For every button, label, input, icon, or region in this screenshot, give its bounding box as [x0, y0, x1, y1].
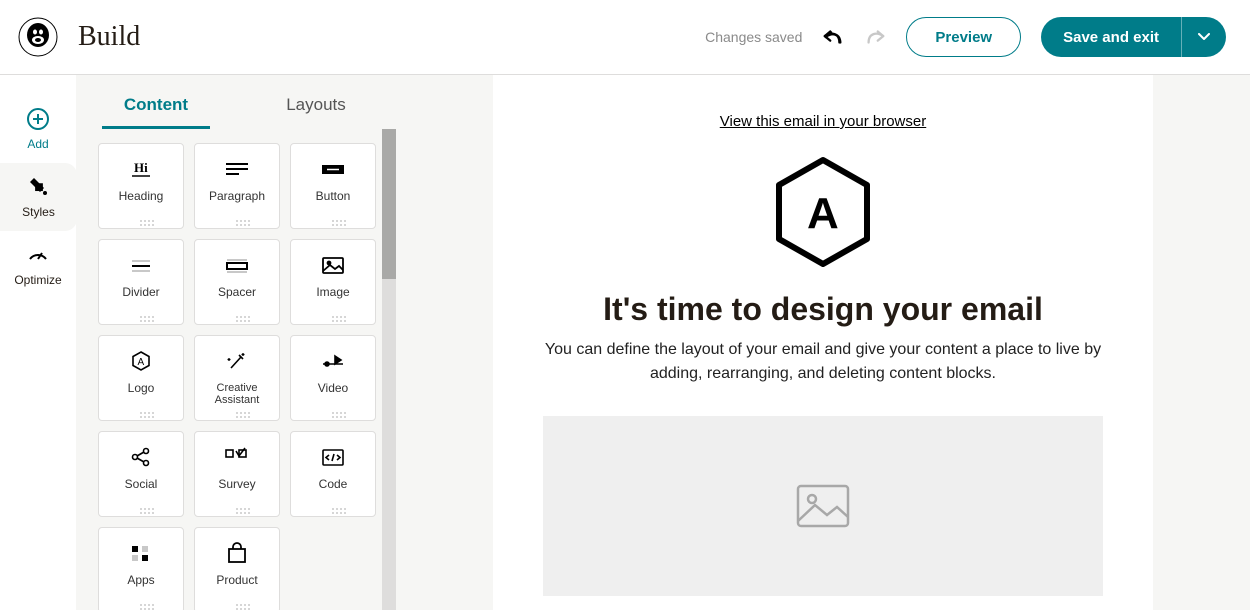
block-label: Code [319, 478, 348, 491]
canvas-headline: It's time to design your email [543, 291, 1103, 328]
placeholder-logo: A [543, 156, 1103, 273]
block-label: Divider [122, 286, 159, 299]
drag-grip-icon [140, 220, 142, 222]
tab-content[interactable]: Content [76, 95, 236, 129]
image-icon [319, 252, 347, 278]
email-canvas[interactable]: View this email in your browser A It's t… [493, 75, 1153, 610]
drag-grip-icon [140, 508, 142, 510]
view-in-browser-link[interactable]: View this email in your browser [720, 113, 926, 130]
topbar: Build Changes saved Preview Save and exi… [0, 0, 1250, 75]
drag-grip-icon [332, 508, 334, 510]
block-label: Video [318, 382, 348, 395]
block-heading[interactable]: Hi Heading [98, 143, 184, 229]
divider-icon [127, 252, 155, 278]
video-icon [319, 348, 347, 374]
tabs: Content Layouts [76, 75, 396, 129]
tab-layouts[interactable]: Layouts [236, 95, 396, 129]
shopping-bag-icon [223, 540, 251, 566]
block-label: Social [125, 478, 158, 491]
block-label: Creative Assistant [195, 382, 279, 406]
save-dropdown-caret[interactable] [1182, 17, 1226, 57]
main: Add Styles Optimize Content Layouts Hi H… [0, 75, 1250, 610]
block-code[interactable]: Code [290, 431, 376, 517]
block-label: Button [316, 190, 351, 203]
code-icon [319, 444, 347, 470]
image-placeholder[interactable] [543, 416, 1103, 596]
drag-grip-icon [332, 412, 334, 414]
block-label: Apps [127, 574, 154, 587]
left-rail: Add Styles Optimize [0, 75, 76, 610]
block-creative-assistant[interactable]: Creative Assistant [194, 335, 280, 421]
drag-grip-icon [140, 412, 142, 414]
canvas-body: You can define the layout of your email … [543, 338, 1103, 386]
share-icon [127, 444, 155, 470]
content-blocks-grid: Hi Heading Paragraph Button [76, 129, 396, 610]
drag-grip-icon [332, 220, 334, 222]
rail-optimize[interactable]: Optimize [0, 231, 76, 299]
block-image[interactable]: Image [290, 239, 376, 325]
svg-text:A: A [807, 189, 839, 238]
rail-add-label: Add [27, 137, 48, 151]
email-canvas-wrap: View this email in your browser A It's t… [396, 75, 1250, 610]
block-button[interactable]: Button [290, 143, 376, 229]
rail-styles-label: Styles [22, 205, 55, 219]
block-social[interactable]: Social [98, 431, 184, 517]
logo-icon: A [127, 348, 155, 374]
drag-grip-icon [236, 316, 238, 318]
block-label: Image [316, 286, 349, 299]
sidebar-scrollbar[interactable] [382, 129, 396, 610]
drag-grip-icon [140, 604, 142, 606]
block-spacer[interactable]: Spacer [194, 239, 280, 325]
block-label: Heading [119, 190, 164, 203]
drag-grip-icon [140, 316, 142, 318]
drag-grip-icon [332, 316, 334, 318]
page-title: Build [78, 21, 140, 53]
block-label: Product [216, 574, 257, 587]
save-and-exit-button[interactable]: Save and exit [1041, 17, 1182, 57]
block-video[interactable]: Video [290, 335, 376, 421]
block-divider[interactable]: Divider [98, 239, 184, 325]
block-paragraph[interactable]: Paragraph [194, 143, 280, 229]
button-icon [319, 156, 347, 182]
sparkle-wand-icon [223, 348, 251, 374]
rail-optimize-label: Optimize [14, 273, 61, 287]
topbar-right: Changes saved Preview Save and exit [705, 17, 1226, 57]
block-label: Paragraph [209, 190, 265, 203]
drag-grip-icon [236, 412, 238, 414]
block-survey[interactable]: Survey [194, 431, 280, 517]
save-button-group: Save and exit [1041, 17, 1226, 57]
spacer-icon [223, 252, 251, 278]
block-logo[interactable]: A Logo [98, 335, 184, 421]
paragraph-icon [223, 156, 251, 182]
preview-button[interactable]: Preview [906, 17, 1021, 57]
rail-add[interactable]: Add [0, 95, 76, 163]
block-product[interactable]: Product [194, 527, 280, 610]
block-label: Survey [218, 478, 255, 491]
topbar-left: Build [18, 17, 140, 57]
status-saved: Changes saved [705, 29, 802, 45]
rail-styles[interactable]: Styles [0, 163, 77, 231]
heading-icon: Hi [127, 156, 155, 182]
apps-icon [127, 540, 155, 566]
survey-icon [223, 444, 251, 470]
drag-grip-icon [236, 508, 238, 510]
block-label: Spacer [218, 286, 256, 299]
sidebar-panel: Content Layouts Hi Heading Paragraph [76, 75, 396, 610]
scrollbar-thumb[interactable] [382, 129, 396, 279]
drag-grip-icon [236, 604, 238, 606]
svg-text:A: A [138, 357, 145, 368]
blocks-scroll: Hi Heading Paragraph Button [76, 129, 396, 610]
block-label: Logo [128, 382, 155, 395]
svg-text:Hi: Hi [134, 160, 148, 175]
mailchimp-logo[interactable] [18, 17, 58, 57]
block-apps[interactable]: Apps [98, 527, 184, 610]
undo-button[interactable] [822, 26, 844, 48]
drag-grip-icon [236, 220, 238, 222]
redo-button[interactable] [864, 26, 886, 48]
